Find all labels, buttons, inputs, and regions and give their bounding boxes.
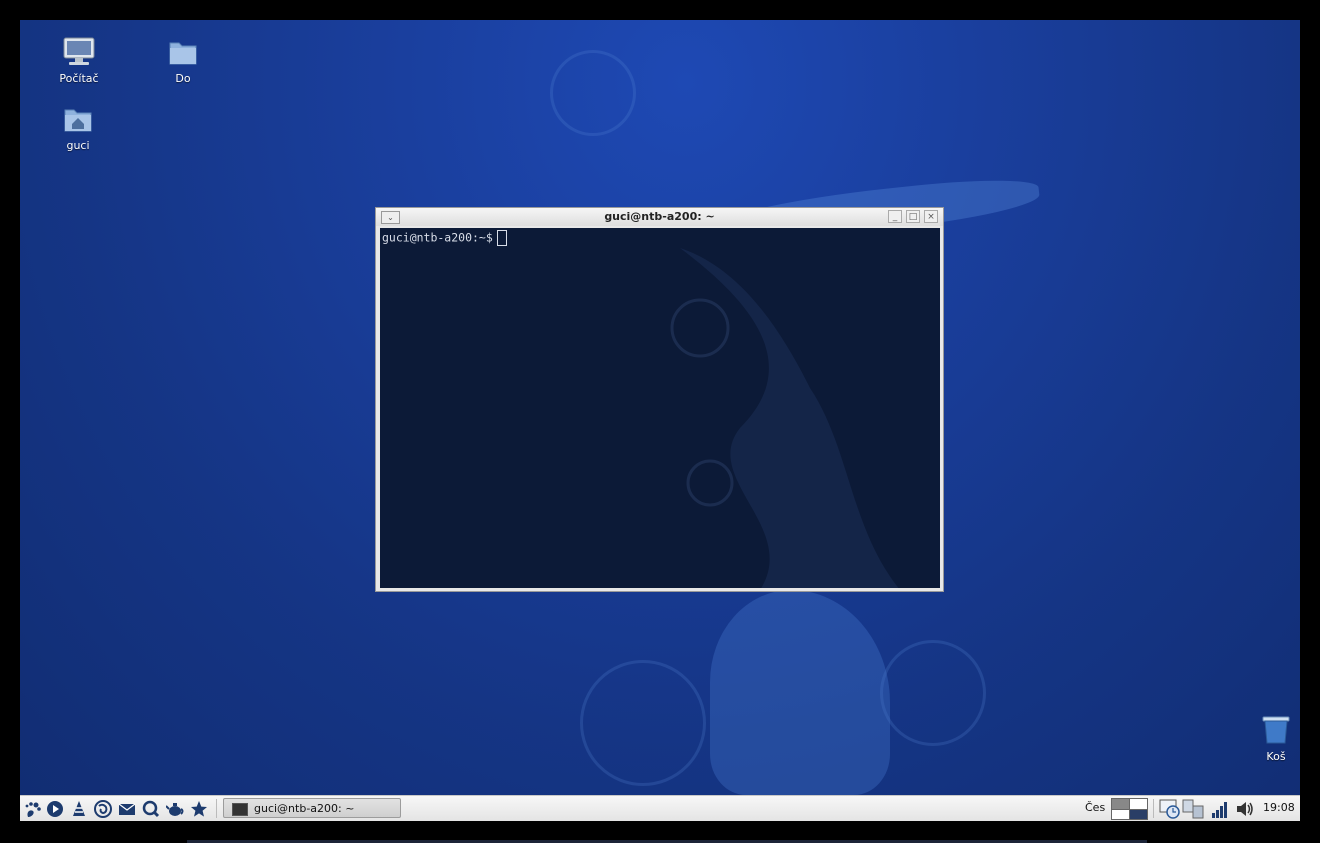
text-cursor	[496, 230, 507, 246]
window-titlebar[interactable]: ⌄ guci@ntb-a200: ~ _ □ ×	[376, 208, 943, 226]
workspace-3[interactable]	[1111, 809, 1130, 820]
prompt-text: guci@ntb-a200:~$	[382, 230, 493, 245]
trash-icon	[1262, 716, 1290, 744]
taskbar-separator	[1153, 799, 1154, 818]
keyboard-layout-indicator[interactable]: Čes	[1085, 801, 1105, 814]
taskbar: guci@ntb-a200: ~ Čes 19:08	[20, 795, 1300, 821]
workspace-switcher[interactable]	[1111, 798, 1148, 820]
launcher-gnome[interactable]	[23, 799, 43, 819]
workspace-4[interactable]	[1129, 809, 1148, 820]
taskbar-window-label: guci@ntb-a200: ~	[254, 802, 355, 815]
launcher-search[interactable]	[141, 799, 161, 819]
tray-clock-app[interactable]	[1159, 798, 1181, 824]
tray-network-manager[interactable]	[1182, 798, 1206, 824]
search-icon	[142, 800, 160, 818]
mail-icon	[118, 803, 136, 815]
desktop-icon-label: Koš	[1266, 750, 1286, 763]
window-title: guci@ntb-a200: ~	[604, 210, 715, 223]
network-computers-icon	[1182, 799, 1204, 819]
launcher-vlc[interactable]	[69, 799, 89, 819]
desktop-icon-trash[interactable]: Koš	[1236, 714, 1300, 763]
launcher-teapot[interactable]	[165, 799, 185, 819]
volume-icon	[1237, 802, 1253, 816]
close-button[interactable]: ×	[924, 210, 938, 223]
desktop-icon-label: guci	[66, 139, 90, 152]
vlc-cone-icon	[73, 801, 85, 816]
launcher-media-player[interactable]	[45, 799, 65, 819]
desktop-icon-label: Do	[175, 72, 191, 85]
tray-volume[interactable]	[1234, 798, 1256, 824]
taskbar-separator	[216, 799, 217, 818]
desktop-icon-home[interactable]: guci	[38, 103, 118, 152]
gnome-foot-icon	[25, 802, 41, 817]
computer-icon	[63, 37, 95, 65]
home-folder-icon	[64, 109, 92, 132]
maximize-button[interactable]: □	[906, 210, 920, 223]
desktop-icon-label: Počítač	[59, 72, 99, 85]
wallpaper-swirl	[550, 50, 636, 136]
launcher-mail[interactable]	[117, 799, 137, 819]
signal-strength-icon	[1212, 802, 1227, 818]
firefox-icon	[94, 800, 112, 818]
wallpaper-reflection	[670, 248, 899, 588]
wallpaper-shape	[710, 590, 890, 795]
terminal-icon	[232, 803, 248, 816]
wallpaper-swirl	[580, 660, 706, 786]
clock[interactable]: 19:08	[1263, 801, 1295, 814]
launcher-favorites[interactable]	[189, 799, 209, 819]
terminal-window[interactable]: ⌄ guci@ntb-a200: ~ _ □ × guci@ntb-a200:~…	[375, 207, 944, 592]
tray-signal-strength[interactable]	[1211, 798, 1231, 824]
clock-monitor-icon	[1159, 799, 1180, 819]
desktop-icon-computer[interactable]: Počítač	[39, 36, 119, 85]
wallpaper-swirl	[880, 640, 986, 746]
teapot-icon	[166, 803, 184, 816]
taskbar-window-button[interactable]: guci@ntb-a200: ~	[223, 798, 401, 818]
minimize-button[interactable]: _	[888, 210, 902, 223]
terminal-prompt: guci@ntb-a200:~$	[382, 230, 507, 246]
folder-icon	[169, 42, 197, 65]
launcher-firefox[interactable]	[93, 799, 113, 819]
desktop-icon-folder[interactable]: Do	[143, 36, 223, 85]
star-icon	[191, 801, 207, 817]
terminal-body[interactable]: guci@ntb-a200:~$	[380, 228, 940, 588]
media-player-icon	[47, 801, 63, 817]
